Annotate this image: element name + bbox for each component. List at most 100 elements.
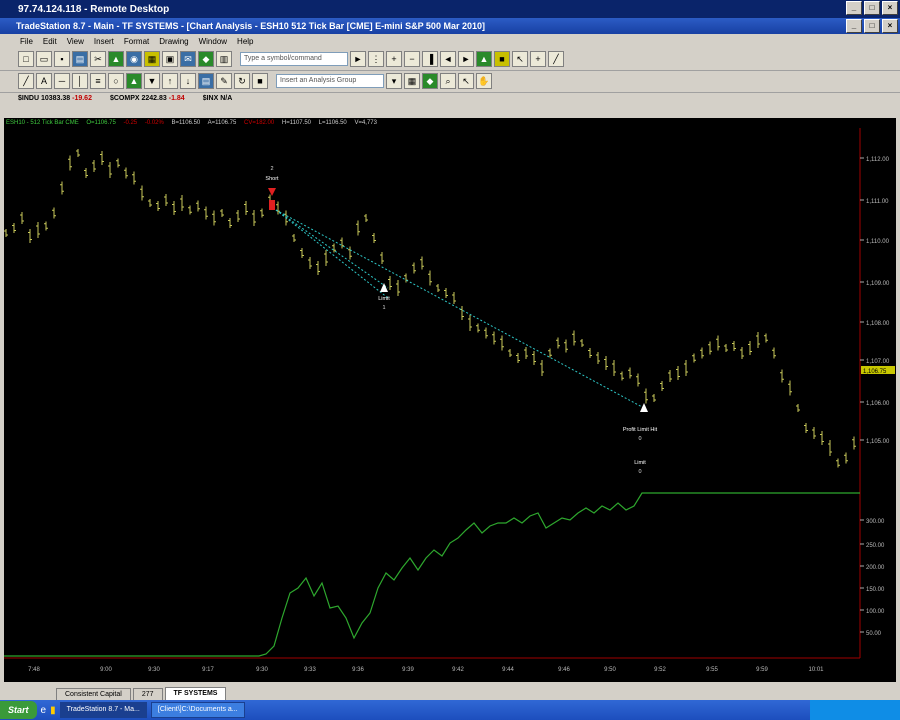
equity-label: 50.00 — [866, 631, 882, 637]
short-entry-marker — [269, 200, 275, 210]
taskbar-tradestation[interactable]: TradeStation 8.7 - Ma... — [59, 702, 147, 718]
menu-file[interactable]: File — [20, 37, 33, 46]
tab-tf-systems[interactable]: TF SYSTEMS — [164, 687, 227, 700]
time-label: 9:00 — [100, 667, 112, 673]
toolbar-analysis: ╱ A ─ │ ≡ ○ ▲ ▼ ↑ ↓ ▤ ✎ ↻ ■ Insert an An… — [0, 70, 900, 93]
chart-icon[interactable]: ▲ — [108, 51, 124, 67]
arrow-down-icon[interactable]: ↓ — [180, 73, 196, 89]
menu-view[interactable]: View — [67, 37, 84, 46]
vline-icon[interactable]: │ — [72, 73, 88, 89]
scanner-icon[interactable]: ▣ — [162, 51, 178, 67]
portfolio-icon[interactable]: ▥ — [216, 51, 232, 67]
workspace-tabs: Consistent Capital 277 TF SYSTEMS — [0, 686, 900, 700]
grid-icon[interactable]: ▦ — [404, 73, 420, 89]
save-icon[interactable]: ▪ — [54, 51, 70, 67]
trend-lines — [275, 209, 645, 409]
arrow-up-icon[interactable]: ↑ — [162, 73, 178, 89]
time-label: 7:48 — [28, 667, 40, 673]
profit-target-arrow — [640, 403, 648, 412]
bar-spacing-icon[interactable]: ▐ — [422, 51, 438, 67]
limit2-label: Limit — [634, 460, 646, 466]
toolbar-main: □ ▭ ▪ ▤ ✂ ▲ ◉ ▦ ▣ ✉ ◆ ▥ Type a symbol/co… — [0, 48, 900, 71]
profit-limit-label: Profit Limit Hit — [623, 427, 658, 433]
menu-window[interactable]: Window — [199, 37, 227, 46]
cover-arrow — [380, 283, 388, 292]
menu-drawing[interactable]: Drawing — [159, 37, 188, 46]
text-icon[interactable]: A — [36, 73, 52, 89]
cut-icon[interactable]: ✂ — [90, 51, 106, 67]
app-minimize-icon[interactable]: _ — [846, 19, 862, 33]
menu-bar: File Edit View Insert Format Drawing Win… — [0, 34, 900, 48]
minimize-icon[interactable]: _ — [846, 1, 862, 15]
time-label: 9:30 — [256, 667, 268, 673]
price-equity-chart[interactable]: 1,112.00 1,111.00 1,110.00 1,109.00 1,108.00… — [4, 118, 896, 682]
draw-icon[interactable]: ╱ — [18, 73, 34, 89]
price-axis: 1,112.00 1,111.00 1,110.00 1,109.00 1,108.00… — [860, 157, 895, 445]
equity-curve — [4, 492, 860, 657]
menu-insert[interactable]: Insert — [94, 37, 114, 46]
matrix-icon[interactable]: ▦ — [144, 51, 160, 67]
chart-window[interactable]: ESH10 - 512 Tick Bar CME O=1106.75 -0.25… — [4, 118, 896, 682]
system-tray — [810, 700, 900, 720]
buy-icon[interactable]: ▲ — [126, 73, 142, 89]
trendline-icon[interactable]: ╱ — [548, 51, 564, 67]
hand-icon[interactable]: ✋ — [476, 73, 492, 89]
app-close-icon[interactable]: × — [882, 19, 898, 33]
app-maximize-icon[interactable]: □ — [864, 19, 880, 33]
symbol-input[interactable]: Type a symbol/command — [240, 52, 348, 66]
open-icon[interactable]: ▭ — [36, 51, 52, 67]
start-button[interactable]: Start — [0, 701, 37, 719]
trade-line — [275, 209, 389, 299]
time-axis: 7:48 9:00 9:30 9:17 9:30 9:33 9:36 9:39 9:42 9:44… — [28, 667, 824, 673]
tracking-icon[interactable]: ◆ — [422, 73, 438, 89]
ticker-bar: $INDU 10383.38 -19.62 $COMPX 2242.83 -1.… — [0, 92, 900, 104]
menu-edit[interactable]: Edit — [43, 37, 57, 46]
quicklaunch-ie-icon[interactable]: e — [41, 705, 47, 716]
quicklaunch-folder-icon[interactable]: ▮ — [50, 705, 56, 716]
tab-277[interactable]: 277 — [132, 688, 163, 700]
equity-line — [4, 492, 860, 657]
dropdown-icon[interactable]: ▾ — [386, 73, 402, 89]
data-window-icon[interactable]: ▤ — [198, 73, 214, 89]
radar-icon[interactable]: ◉ — [126, 51, 142, 67]
go-arrow-icon[interactable]: ► — [350, 51, 366, 67]
ticker-item: $INDU 10383.38 -19.62 — [18, 94, 92, 102]
zoom-in-icon[interactable]: + — [386, 51, 402, 67]
time-label: 9:46 — [558, 667, 570, 673]
strategy-icon[interactable]: ■ — [494, 51, 510, 67]
sell-icon[interactable]: ▼ — [144, 73, 160, 89]
cursor-icon[interactable]: ↖ — [512, 51, 528, 67]
tab-consistent-capital[interactable]: Consistent Capital — [56, 688, 131, 700]
ticker-item: $COMPX 2242.83 -1.84 — [109, 94, 185, 102]
refresh-icon[interactable]: ↻ — [234, 73, 250, 89]
analysis-group-select[interactable]: Insert an Analysis Group — [276, 74, 384, 88]
scroll-right-icon[interactable]: ► — [458, 51, 474, 67]
stop-icon[interactable]: ■ — [252, 73, 268, 89]
link-icon[interactable]: ⋮ — [368, 51, 384, 67]
select-icon[interactable]: ↖ — [458, 73, 474, 89]
zoom-out-icon[interactable]: − — [404, 51, 420, 67]
crosshair-icon[interactable]: + — [530, 51, 546, 67]
equity-label: 300.00 — [866, 519, 885, 525]
trade-line — [275, 209, 645, 409]
format-icon[interactable]: ✎ — [216, 73, 232, 89]
taskbar-explorer[interactable]: [Client\]C:\Documents a... — [150, 702, 245, 718]
options-icon[interactable]: ◆ — [198, 51, 214, 67]
magnify-icon[interactable]: ⌕ — [440, 73, 456, 89]
close-icon[interactable]: × — [882, 1, 898, 15]
new-icon[interactable]: □ — [18, 51, 34, 67]
ticker-item: $INX N/A — [202, 94, 233, 102]
print-icon[interactable]: ▤ — [72, 51, 88, 67]
indicator-icon[interactable]: ▲ — [476, 51, 492, 67]
price-label: 1,112.00 — [866, 157, 890, 163]
scroll-left-icon[interactable]: ◄ — [440, 51, 456, 67]
fib-icon[interactable]: ≡ — [90, 73, 106, 89]
ellipse-icon[interactable]: ○ — [108, 73, 124, 89]
remote-desktop-title: 97.74.124.118 - Remote Desktop — [18, 3, 170, 15]
menu-format[interactable]: Format — [124, 37, 149, 46]
equity-label: 200.00 — [866, 565, 885, 571]
news-icon[interactable]: ✉ — [180, 51, 196, 67]
maximize-icon[interactable]: □ — [864, 1, 880, 15]
menu-help[interactable]: Help — [237, 37, 253, 46]
hline-icon[interactable]: ─ — [54, 73, 70, 89]
